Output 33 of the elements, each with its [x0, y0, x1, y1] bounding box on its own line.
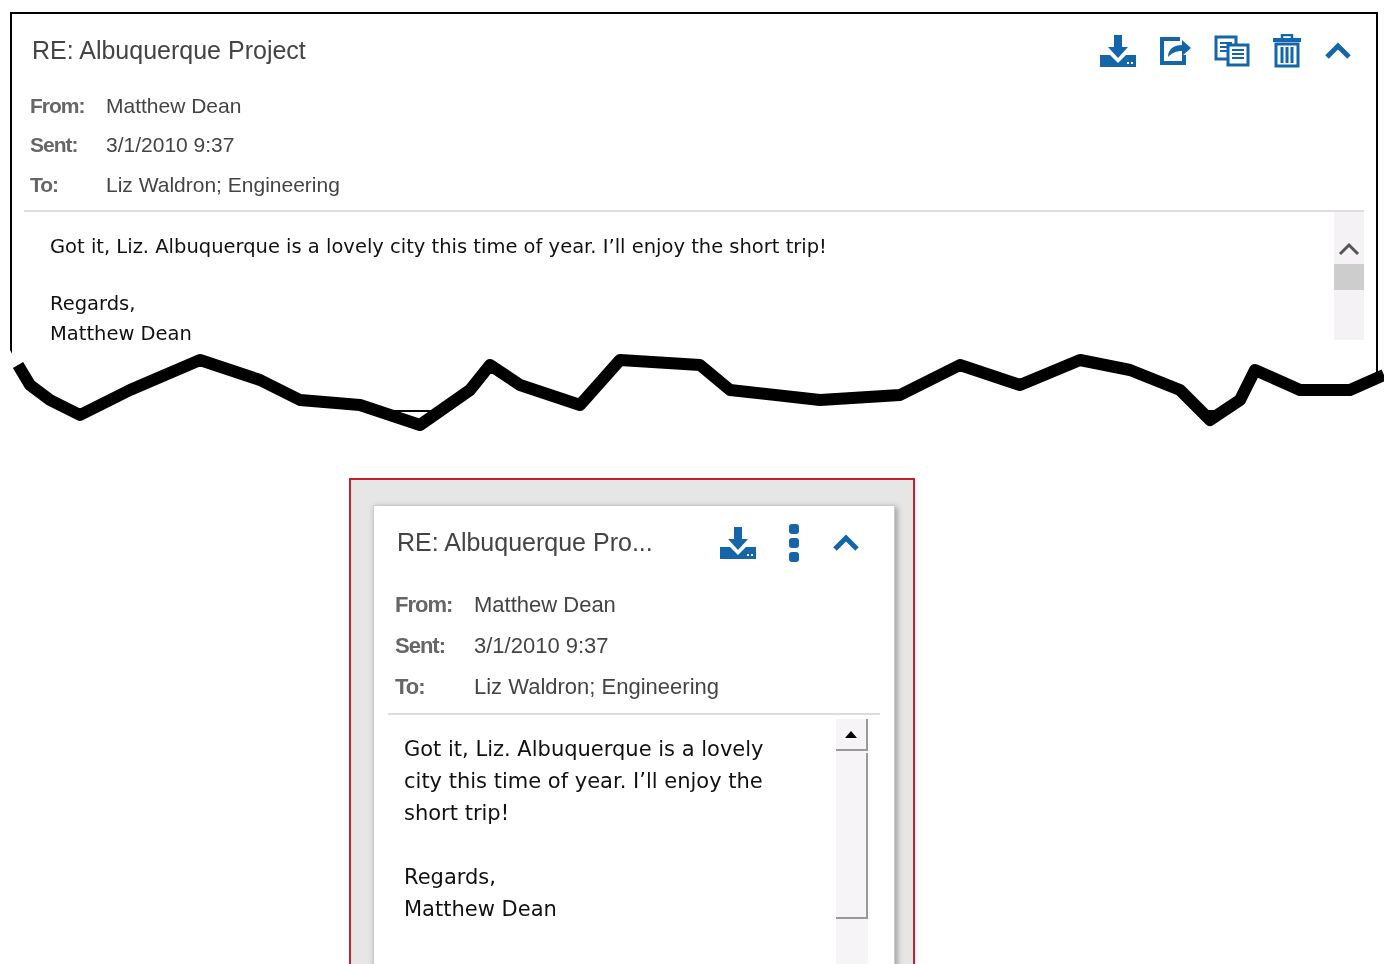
documents-icon[interactable] [1214, 35, 1250, 67]
email-subject: RE: Albuquerque Pro... [397, 527, 653, 559]
header-label: From: [395, 591, 454, 619]
scroll-up-icon[interactable] [1338, 242, 1360, 256]
header-label: From: [30, 92, 86, 119]
scrollbar[interactable] [1334, 212, 1364, 340]
header-value: 3/1/2010 9:37 [474, 632, 609, 660]
message-paragraph: Got it, Liz. Albuquerque is a lovely city this time of year. I’ll enjoy the short trip! [404, 736, 765, 827]
header-value: Matthew Dean [474, 591, 616, 619]
scrollbar-thumb[interactable] [1334, 264, 1364, 290]
message-paragraph: Got it, Liz. Albuquerque is a lovely city this time of year. I’ll enjoy the short trip! [50, 234, 828, 260]
header-value: Liz Waldron; Engineering [474, 673, 719, 701]
header-label: Sent: [30, 132, 79, 158]
header-value: Matthew Dean [106, 92, 242, 119]
scrollbar[interactable] [836, 719, 868, 964]
scrollbar-thumb[interactable] [836, 753, 868, 919]
header-value: Liz Waldron; Engineering [106, 171, 340, 198]
header-label: Sent: [395, 632, 446, 660]
download-icon[interactable] [720, 527, 756, 559]
trash-icon[interactable] [1272, 34, 1302, 68]
forward-icon[interactable] [1158, 35, 1192, 67]
header-value: 3/1/2010 9:37 [106, 132, 235, 158]
message-paragraph: Regards, Matthew Dean [404, 864, 558, 923]
header-label: To: [30, 171, 60, 198]
more-icon[interactable] [788, 524, 800, 562]
message-paragraph: Regards, Matthew Dean [50, 291, 193, 347]
scroll-up-button[interactable] [836, 719, 868, 751]
scroll-up-icon [845, 730, 857, 738]
collapse-icon[interactable] [832, 534, 860, 552]
download-icon[interactable] [1100, 35, 1136, 67]
email-subject: RE: Albuquerque Project [32, 35, 306, 66]
collapse-icon[interactable] [1324, 42, 1352, 60]
header-label: To: [395, 673, 426, 701]
